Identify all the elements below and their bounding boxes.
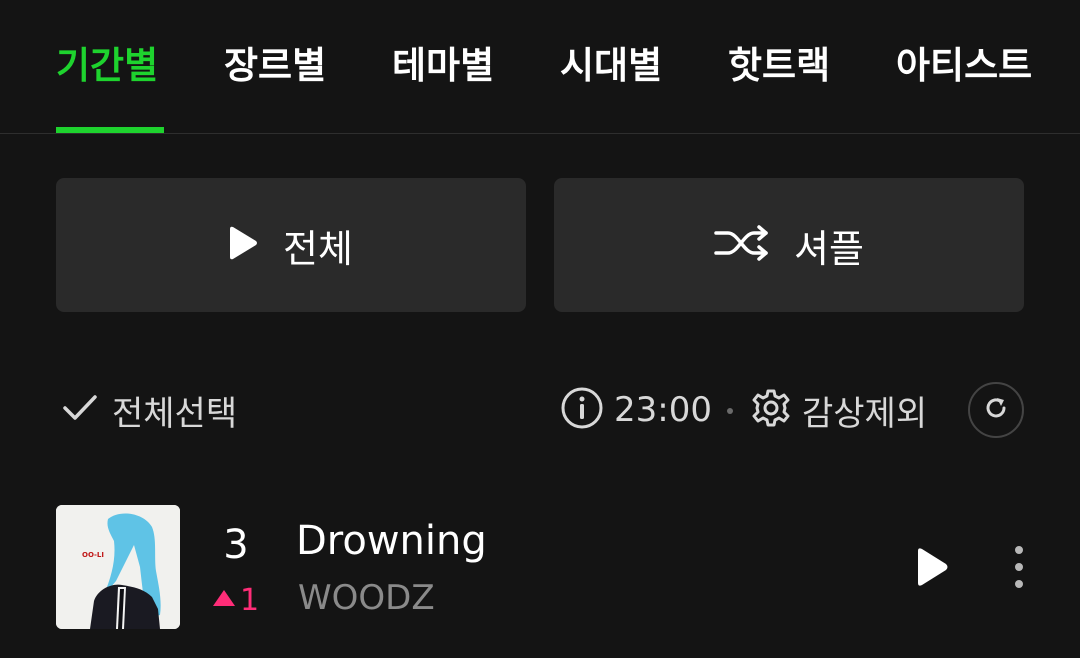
category-tabs: 기간별 장르별 테마별 시대별 핫트랙 아티스트 — [0, 0, 1080, 134]
more-vertical-icon — [1004, 546, 1034, 596]
shuffle-icon — [714, 224, 770, 266]
select-all-button[interactable]: 전체선택 — [62, 388, 238, 434]
tab-hottrack[interactable]: 핫트랙 — [728, 40, 830, 92]
gear-icon — [750, 387, 792, 433]
play-icon — [908, 548, 954, 596]
select-all-label: 전체선택 — [112, 393, 238, 434]
rank-change: 1 — [212, 582, 259, 618]
shuffle-label: 셔플 — [794, 226, 864, 271]
tab-genre[interactable]: 장르별 — [224, 40, 326, 92]
shuffle-button[interactable]: 셔플 — [554, 178, 1024, 312]
rank-change-value: 1 — [240, 582, 260, 618]
separator-dot — [727, 408, 733, 414]
check-icon — [62, 393, 98, 427]
song-row[interactable]: OO-LI 3 1 Drowning WOODZ — [0, 500, 1080, 634]
active-tab-indicator — [56, 127, 164, 133]
exclude-listening-button[interactable]: 감상제외 — [750, 387, 928, 434]
chart-time-info[interactable]: 23:00 — [560, 386, 712, 434]
refresh-button[interactable] — [968, 382, 1024, 438]
rank-up-icon — [212, 589, 236, 611]
song-more-button[interactable] — [1004, 542, 1034, 592]
refresh-icon — [983, 395, 1009, 425]
info-icon — [560, 386, 604, 434]
tab-period[interactable]: 기간별 — [56, 40, 158, 92]
list-toolbar: 전체선택 23:00 감상제외 — [0, 380, 1080, 440]
play-icon — [229, 224, 259, 266]
exclude-listening-label: 감상제외 — [802, 393, 928, 434]
song-artist[interactable]: WOODZ — [298, 578, 435, 618]
tab-era[interactable]: 시대별 — [560, 40, 662, 92]
play-all-label: 전체 — [283, 226, 353, 271]
chart-time-label: 23:00 — [614, 390, 712, 430]
tab-theme[interactable]: 테마별 — [392, 40, 494, 92]
play-all-button[interactable]: 전체 — [56, 178, 526, 312]
song-play-button[interactable] — [908, 542, 954, 592]
cover-text: OO-LI — [82, 551, 104, 559]
rank-number: 3 — [223, 522, 249, 568]
album-cover[interactable]: OO-LI — [56, 505, 180, 629]
tab-artist[interactable]: 아티스트 — [896, 40, 1032, 92]
song-title[interactable]: Drowning — [296, 518, 487, 564]
